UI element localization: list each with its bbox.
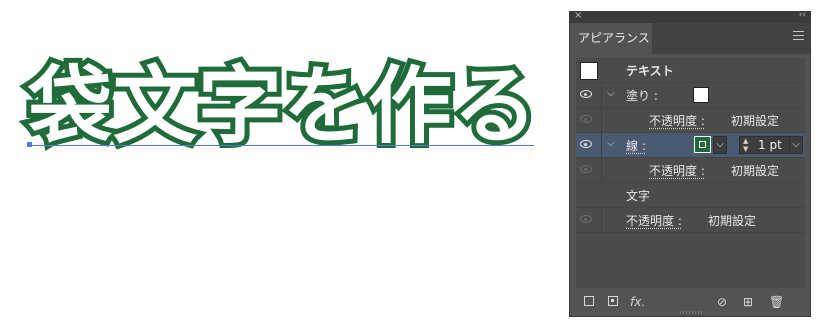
clear-appearance-icon[interactable]: ⊘ [717,296,727,308]
text-anchor-point[interactable] [27,142,32,147]
panel-menu-icon[interactable] [793,31,804,41]
artboard-outlined-text[interactable]: 袋文字を作る [23,59,542,153]
opacity-link[interactable]: 不透明度 : [649,162,705,179]
visibility-eye-icon[interactable] [580,140,592,148]
artboard-text: 袋文字を作る [23,57,542,155]
add-stroke-icon[interactable] [584,296,594,306]
collapse-icon[interactable]: ‹‹ [799,10,806,20]
characters-label[interactable]: 文字 [626,187,650,204]
panel-title-bar[interactable]: × ‹‹ [570,10,810,23]
object-type-label: テキスト [626,64,674,78]
trash-icon[interactable]: 🗑 [769,296,784,308]
visibility-eye-icon[interactable] [580,90,592,98]
opacity-value: 初期設定 [708,214,757,228]
stroke-label[interactable]: 線 : [626,137,646,154]
opacity-value: 初期設定 [731,114,780,128]
stroke-weight-value: 1 pt [758,138,782,152]
chevron-down-icon[interactable]: ⌵ [607,88,615,99]
panel-tab-bar: アピアランス [570,23,810,54]
stroke-weight-field[interactable]: ▲ ▼ 1 pt [739,136,791,154]
add-effect-icon[interactable]: fx. [630,296,645,308]
opacity-link[interactable]: 不透明度 : [626,212,682,229]
visibility-eye-icon[interactable] [580,165,592,173]
row-fill-opacity[interactable]: 不透明度 : 初期設定 [576,108,805,133]
text-baseline-guide [30,145,534,146]
panel-bottom-toolbar: fx. ⊘ ⊞ 🗑 [570,288,810,316]
opacity-value: 初期設定 [731,164,780,178]
visibility-eye-icon[interactable] [580,215,592,223]
stroke-color-dropdown[interactable]: ⌵ [713,136,727,154]
object-thumbnail [580,62,598,80]
row-char-opacity[interactable]: 不透明度 : 初期設定 [576,208,805,233]
duplicate-item-icon[interactable]: ⊞ [743,296,753,308]
stepper-icon[interactable]: ▲ ▼ [743,137,748,153]
row-characters[interactable]: 文字 [576,183,805,208]
close-icon[interactable]: × [574,10,582,21]
row-text-object[interactable]: テキスト [576,58,805,83]
stroke-weight-dropdown[interactable]: ⌵ [789,136,803,154]
stroke-swatch[interactable] [694,136,711,153]
add-fill-icon[interactable] [608,296,618,306]
visibility-eye-icon[interactable] [580,115,592,123]
appearance-panel: × ‹‹ アピアランス テキスト ⌵ 塗り : 不透明度 : 初期設定 ⌵ 線 … [569,10,811,317]
resize-grip[interactable] [680,311,702,314]
opacity-link[interactable]: 不透明度 : [649,112,705,129]
fill-swatch[interactable] [693,87,709,103]
row-fill[interactable]: ⌵ 塗り : [576,83,805,108]
row-stroke[interactable]: ⌵ 線 : ⌵ ▲ ▼ 1 pt ⌵ [576,133,805,158]
tab-appearance[interactable]: アピアランス [570,23,652,54]
appearance-list: テキスト ⌵ 塗り : 不透明度 : 初期設定 ⌵ 線 : ⌵ ▲ ▼ 1 pt… [576,58,805,290]
chevron-down-icon[interactable]: ⌵ [607,138,615,149]
fill-label[interactable]: 塗り : [626,87,658,104]
row-stroke-opacity[interactable]: 不透明度 : 初期設定 [576,158,805,183]
